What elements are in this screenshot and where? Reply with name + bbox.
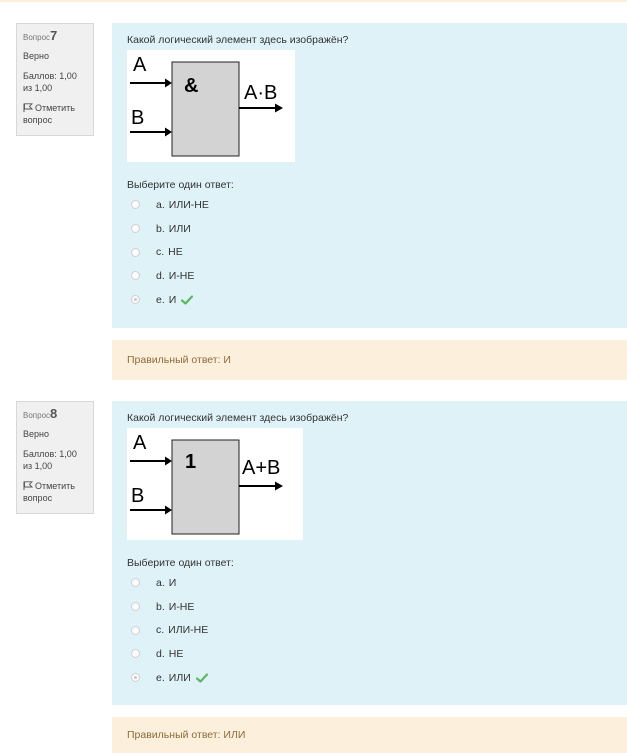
check-icon xyxy=(195,672,208,683)
answer-options: a. И b. И-НЕ c. ИЛИ-НЕ d. НЕ e. ИЛИ xyxy=(127,571,612,689)
input-b-label: B xyxy=(131,485,144,507)
gate-body xyxy=(171,61,240,157)
gate-symbol: 1 xyxy=(185,451,196,473)
question-info: Вопрос8 Верно Баллов: 1,00 из 1,00 Отмет… xyxy=(16,401,94,514)
flag-question-link[interactable]: Отметить вопрос xyxy=(23,102,87,126)
radio-icon[interactable] xyxy=(131,271,140,281)
answer-option[interactable]: d. НЕ xyxy=(127,642,612,666)
answer-option[interactable]: a. ИЛИ-НЕ xyxy=(127,193,612,217)
answer-option[interactable]: c. ИЛИ-НЕ xyxy=(127,618,612,642)
answer-option[interactable]: b. ИЛИ xyxy=(127,217,612,241)
question-text: Какой логический элемент здесь изображён… xyxy=(127,412,349,424)
answer-prompt: Выберите один ответ: xyxy=(127,557,234,569)
input-b-label: B xyxy=(131,107,144,129)
flag-icon xyxy=(23,103,33,112)
input-b-arrow xyxy=(165,505,172,515)
radio-icon[interactable] xyxy=(131,673,140,683)
output-arrow xyxy=(275,103,283,113)
correct-answer-feedback: Правильный ответ: И xyxy=(112,340,627,380)
question-grade: Баллов: 1,00 из 1,00 xyxy=(23,449,77,471)
answer-options: a. ИЛИ-НЕ b. ИЛИ c. НЕ d. И-НЕ e. И xyxy=(127,193,612,311)
question-text: Какой логический элемент здесь изображён… xyxy=(127,34,349,46)
radio-icon[interactable] xyxy=(131,625,140,635)
input-a-label: A xyxy=(133,54,147,76)
radio-icon[interactable] xyxy=(131,224,140,234)
output-arrow xyxy=(275,481,283,491)
radio-icon[interactable] xyxy=(131,295,140,305)
question-state: Верно xyxy=(23,429,49,439)
radio-icon[interactable] xyxy=(131,602,140,612)
answer-option[interactable]: c. НЕ xyxy=(127,240,612,264)
input-b-arrow xyxy=(165,127,172,137)
flag-icon xyxy=(23,481,33,490)
output-label: A·B xyxy=(244,82,277,104)
check-icon xyxy=(181,294,194,305)
answer-prompt: Выберите один ответ: xyxy=(127,179,234,191)
question-content: Какой логический элемент здесь изображён… xyxy=(112,23,627,328)
radio-icon[interactable] xyxy=(131,578,140,588)
question-number: Вопрос8 xyxy=(23,406,58,421)
question-state: Верно xyxy=(23,51,49,61)
radio-icon[interactable] xyxy=(131,649,140,659)
question-grade: Баллов: 1,00 из 1,00 xyxy=(23,71,77,93)
input-a-arrow xyxy=(165,78,172,88)
flag-question-link[interactable]: Отметить вопрос xyxy=(23,480,87,504)
correct-answer-feedback: Правильный ответ: ИЛИ xyxy=(112,717,627,753)
answer-option[interactable]: d. И-НЕ xyxy=(127,264,612,288)
output-label: A+B xyxy=(242,457,280,479)
logic-gate-diagram: A B 1 A+B xyxy=(127,428,303,540)
question-info: Вопрос7 Верно Баллов: 1,00 из 1,00 Отмет… xyxy=(16,23,94,136)
input-a-arrow xyxy=(165,456,172,466)
radio-icon[interactable] xyxy=(131,247,140,257)
radio-icon[interactable] xyxy=(131,200,140,210)
answer-option-selected[interactable]: e. ИЛИ xyxy=(127,666,612,690)
logic-gate-diagram: A B & A·B xyxy=(127,50,295,162)
question-content: Какой логический элемент здесь изображён… xyxy=(112,401,627,705)
gate-symbol: & xyxy=(184,75,198,97)
question-number: Вопрос7 xyxy=(23,28,58,43)
previous-feedback-edge xyxy=(0,0,627,2)
answer-option[interactable]: b. И-НЕ xyxy=(127,595,612,619)
answer-option[interactable]: a. И xyxy=(127,571,612,595)
gate-body xyxy=(171,439,240,535)
answer-option-selected[interactable]: e. И xyxy=(127,288,612,312)
input-a-label: A xyxy=(133,432,147,454)
